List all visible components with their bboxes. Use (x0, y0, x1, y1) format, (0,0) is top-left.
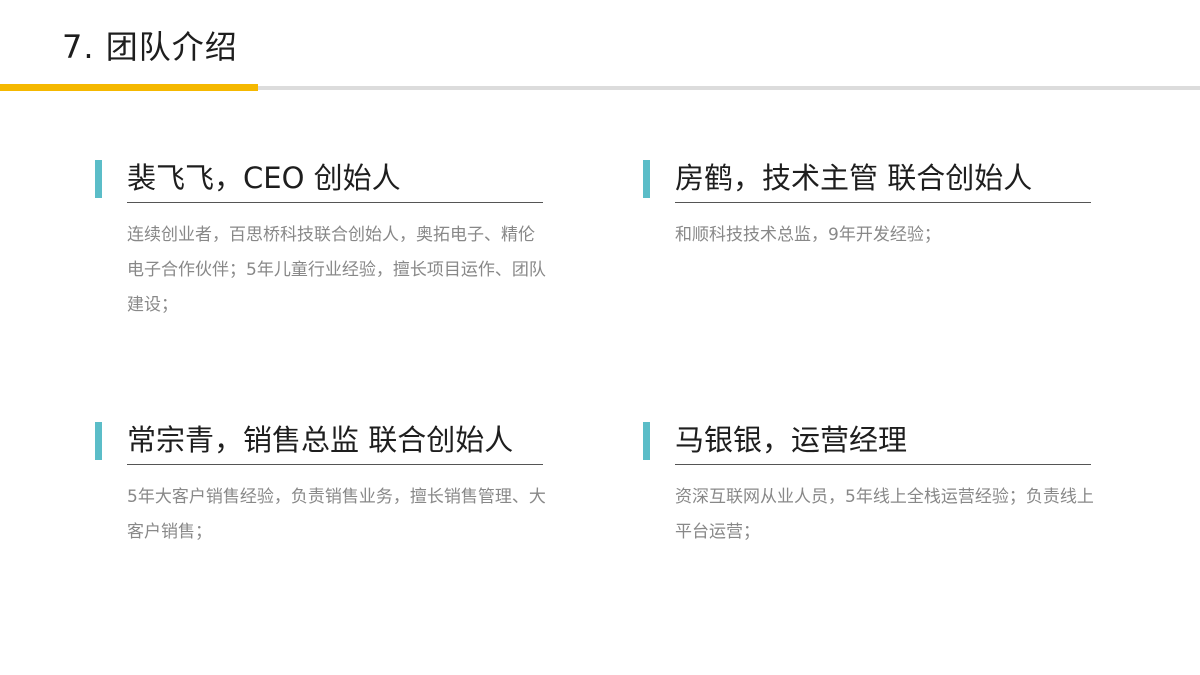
page-title: 7. 团队介绍 (62, 28, 238, 66)
accent-bar (643, 160, 650, 198)
member-name: 房鹤，技术主管 联合创始人 (675, 161, 1033, 195)
accent-bar (95, 422, 102, 460)
member-description: 连续创业者，百思桥科技联合创始人，奥拓电子、精伦电子合作伙伴；5年儿童行业经验，… (127, 225, 546, 315)
member-name: 裴飞飞，CEO 创始人 (127, 161, 401, 195)
name-underline (127, 202, 543, 203)
name-underline (675, 202, 1091, 203)
member-description: 5年大客户销售经验，负责销售业务，擅长销售管理、大客户销售； (127, 487, 546, 542)
accent-bar (643, 422, 650, 460)
slide-header: 7. 团队介绍 (0, 0, 1200, 95)
member-description: 资深互联网从业人员，5年线上全栈运营经验；负责线上平台运营； (675, 487, 1094, 542)
member-name: 常宗青，销售总监 联合创始人 (127, 423, 514, 457)
name-underline (675, 464, 1091, 465)
member-description: 和顺科技技术总监，9年开发经验； (675, 225, 941, 245)
header-accent-bar (0, 84, 258, 91)
member-name: 马银银，运营经理 (675, 423, 908, 457)
name-underline (127, 464, 543, 465)
accent-bar (95, 160, 102, 198)
